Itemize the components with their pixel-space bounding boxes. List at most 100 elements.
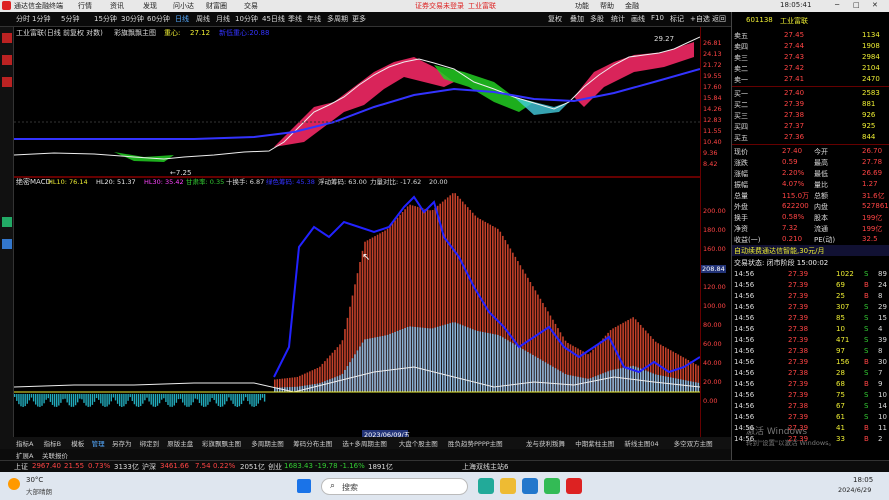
indicator-tab[interactable]: 胜负趋势PPPP主图: [448, 438, 503, 448]
period-weekly[interactable]: 周线: [196, 14, 210, 24]
close-icon[interactable]: ✕: [872, 1, 878, 9]
indicator-tab[interactable]: 中期紫柱主图: [575, 438, 614, 448]
ask-row[interactable]: 卖四 27.44 1908: [732, 41, 889, 52]
ask-row[interactable]: 卖三 27.43 2984: [732, 52, 889, 63]
indicator-tab[interactable]: 指标B: [44, 438, 61, 448]
macd-bar-light: [584, 378, 587, 392]
weather-temp[interactable]: 30°C: [26, 476, 43, 484]
main-value-label: 重心:: [164, 29, 180, 37]
menu-quotes[interactable]: 行情: [78, 1, 92, 11]
bid-row[interactable]: 买四 27.37 925: [732, 121, 889, 132]
ask-row[interactable]: 卖二 27.42 2104: [732, 63, 889, 74]
menu-ask[interactable]: 财富圈: [206, 1, 227, 11]
indicator-tab[interactable]: 大盘个股主图: [399, 438, 438, 448]
taskbar-app-tdx-icon[interactable]: [566, 478, 582, 494]
index-hs-label[interactable]: 沪深: [142, 462, 156, 472]
quote-value-2: 199亿: [862, 225, 883, 233]
indicator-tab[interactable]: 原版主盘: [167, 438, 193, 448]
taskbar-app-browser-icon[interactable]: [478, 478, 494, 494]
tool-stats[interactable]: 统计: [611, 14, 625, 24]
period-45day[interactable]: 45日线: [262, 14, 285, 24]
period-timeshare[interactable]: 分时: [16, 14, 30, 24]
indicator-tab[interactable]: 模板: [71, 438, 84, 448]
period-year[interactable]: 年线: [307, 14, 321, 24]
taskbar-app-wechat-icon[interactable]: [544, 478, 560, 494]
sidebar-icon-4[interactable]: [2, 217, 12, 227]
ask-row[interactable]: 卖一 27.41 2470: [732, 74, 889, 85]
clock-time[interactable]: 18:05: [853, 476, 873, 484]
finance-menu[interactable]: 金融: [625, 1, 639, 11]
menu-discover[interactable]: 问小达: [173, 1, 194, 11]
indicator-tab[interactable]: 筹码分布主图: [293, 438, 332, 448]
period-1min[interactable]: 1分钟: [32, 14, 50, 24]
bid-row[interactable]: 买一 27.40 2583: [732, 88, 889, 99]
indicator-tab[interactable]: 选+多周期主图: [342, 438, 386, 448]
func-menu[interactable]: 功能: [575, 1, 589, 11]
taskbar-app-edge-icon[interactable]: [522, 478, 538, 494]
taskbar-search[interactable]: ⌕ 搜索: [321, 478, 468, 495]
macd-bar-neg: [142, 394, 144, 404]
indicator-tab[interactable]: 彩旗飘飘主图: [202, 438, 241, 448]
sidebar-icon-2[interactable]: [2, 55, 12, 65]
tool-multi-stock[interactable]: 多股: [590, 14, 604, 24]
help-menu[interactable]: 帮助: [600, 1, 614, 11]
kline-chart[interactable]: 工业富联(日线 前复权 对数) 彩旗飘飘主图 重心: 27.12 新低重心:20…: [14, 27, 700, 452]
tool-favorite[interactable]: +自选: [690, 14, 710, 24]
indicator-tab[interactable]: 管理: [92, 438, 105, 448]
indicator-tab[interactable]: 绑定到: [140, 438, 160, 448]
tool-overlay[interactable]: 叠加: [570, 14, 584, 24]
linked-quote-tab[interactable]: 关联报价: [42, 450, 68, 460]
macd-bar-light: [394, 331, 396, 392]
tool-draw[interactable]: 画线: [631, 14, 645, 24]
bid-row[interactable]: 买五 27.36 844: [732, 132, 889, 143]
quote-value: 4.07%: [782, 180, 805, 188]
bid-row[interactable]: 买二 27.39 881: [732, 99, 889, 110]
period-monthly[interactable]: 月线: [216, 14, 230, 24]
menu-market[interactable]: 资讯: [110, 1, 124, 11]
ext-a-tab[interactable]: 扩展A: [16, 450, 33, 460]
period-5min[interactable]: 5分钟: [61, 14, 79, 24]
taskbar-app-files-icon[interactable]: [500, 478, 516, 494]
menu-news[interactable]: 发现: [143, 1, 157, 11]
service-ad[interactable]: 自动续费通达信智能,30元/月: [732, 245, 889, 256]
period-more[interactable]: 更多: [352, 14, 366, 24]
tool-mark[interactable]: 标记: [670, 14, 684, 24]
windows-start-icon[interactable]: [297, 479, 311, 493]
minimize-icon[interactable]: ─: [835, 1, 839, 9]
indicator-tab[interactable]: 新线主图04: [624, 438, 658, 448]
period-daily[interactable]: 日线: [175, 14, 189, 24]
server-name[interactable]: 上海双线主站6: [462, 462, 508, 472]
index-gem-label[interactable]: 创业: [268, 462, 282, 472]
tool-adjust[interactable]: 复权: [548, 14, 562, 24]
axis-label-bottom: 60.00: [703, 340, 722, 348]
login-notice[interactable]: 证券交易未登录: [415, 1, 464, 11]
bid-row[interactable]: 买三 27.38 926: [732, 110, 889, 121]
ask-row[interactable]: 卖五 27.45 1134: [732, 30, 889, 41]
main-low-label: ←7.25: [170, 169, 191, 177]
tick-row: 14:56 27.39 25 B 8: [732, 291, 889, 302]
tool-f10[interactable]: F10: [651, 14, 664, 22]
sidebar-icon-5[interactable]: [2, 239, 12, 249]
maximize-icon[interactable]: □: [853, 1, 860, 9]
macd-bar-light: [354, 354, 356, 392]
period-60min[interactable]: 60分钟: [147, 14, 170, 24]
indicator-tab[interactable]: 多周期主图: [251, 438, 284, 448]
menu-wealth[interactable]: 交易: [244, 1, 258, 11]
tool-back[interactable]: 返回: [712, 14, 726, 24]
tick-volume: 28: [836, 369, 845, 377]
indicator-tab[interactable]: 另存为: [112, 438, 132, 448]
period-quarter[interactable]: 季线: [288, 14, 302, 24]
sidebar-icon-3[interactable]: [2, 77, 12, 87]
period-15min[interactable]: 15分钟: [94, 14, 117, 24]
index-shanghai-label[interactable]: 上证: [14, 462, 28, 472]
indicator-tab[interactable]: 龙与获利叛舞: [526, 438, 565, 448]
indicator-tab[interactable]: 指标A: [16, 438, 33, 448]
macd-bar-neg: [114, 394, 117, 401]
period-multi[interactable]: 多周期: [327, 14, 348, 24]
tick-volume: 156: [836, 358, 850, 366]
sidebar-icon-1[interactable]: [2, 33, 12, 43]
period-10min[interactable]: 10分钟: [235, 14, 258, 24]
indicator-tab[interactable]: 多空双方主图: [674, 438, 713, 448]
macd-bar-neg: [112, 394, 115, 398]
period-30min[interactable]: 30分钟: [121, 14, 144, 24]
